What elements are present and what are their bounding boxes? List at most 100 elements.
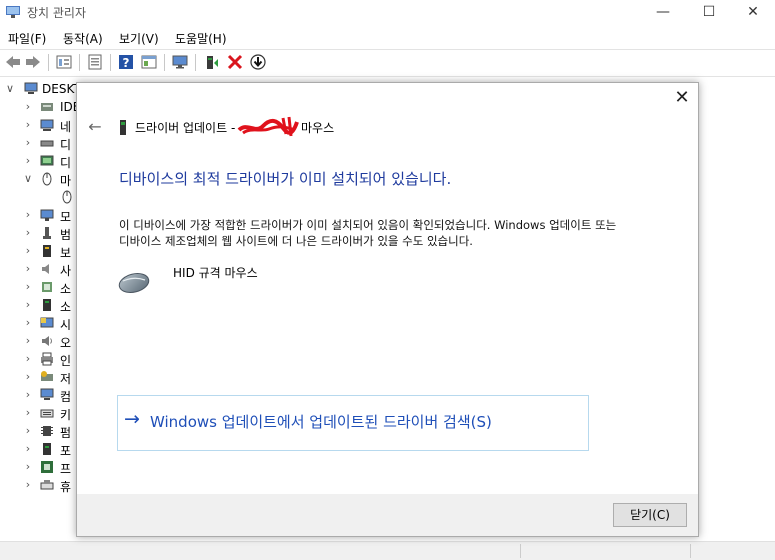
dialog-body-text: 이 디바이스에 가장 적합한 드라이버가 이미 설치되어 있음이 확인되었습니다… (119, 218, 617, 248)
chevron-right-icon[interactable]: › (22, 350, 34, 368)
toolbar-separator (195, 54, 196, 71)
chevron-right-icon[interactable]: › (22, 98, 34, 116)
tree-item-label: 펌 (60, 426, 72, 440)
tree-item-label: 모 (60, 210, 72, 224)
chevron-right-icon[interactable]: › (22, 458, 34, 476)
chevron-right-icon[interactable]: › (22, 422, 34, 440)
tree-item-storage[interactable]: › 저 (22, 368, 82, 386)
download-icon[interactable] (249, 53, 267, 71)
firmware-icon (41, 426, 53, 436)
processor-icon (41, 461, 53, 473)
dialog-close-icon[interactable]: ✕ (671, 88, 693, 110)
view-icon[interactable] (140, 53, 158, 71)
printer-icon (41, 352, 53, 366)
back-arrow-icon[interactable] (4, 53, 22, 71)
chevron-right-icon[interactable]: › (22, 224, 34, 242)
dialog-title: 드라이버 업데이트 - (135, 121, 236, 135)
tree-item-display[interactable]: › 디 (22, 152, 82, 170)
document-icon[interactable] (86, 53, 104, 71)
chevron-down-icon[interactable]: ∨ (4, 80, 16, 98)
tree-item-label: 휴 (60, 480, 72, 494)
status-bar (0, 541, 775, 560)
tree-item-ide[interactable]: › IDE (22, 98, 82, 116)
tree-item-computer[interactable]: › 컴 (22, 386, 82, 404)
chevron-right-icon[interactable]: › (22, 476, 34, 494)
chevron-right-icon[interactable]: › (22, 152, 34, 170)
maximize-button[interactable]: ☐ (686, 0, 732, 26)
minimize-button[interactable]: — (640, 0, 686, 26)
tree-item-disk[interactable]: › 디 (22, 134, 82, 152)
chevron-right-icon[interactable]: › (22, 332, 34, 350)
search-windows-update-button[interactable]: → Windows 업데이트에서 업데이트된 드라이버 검색(S) (117, 395, 589, 451)
search-windows-update-label: Windows 업데이트에서 업데이트된 드라이버 검색(S) (150, 413, 492, 431)
tree-item-mouse[interactable]: ∨ 마 (22, 170, 82, 188)
tree-item-software-device[interactable]: › 소 (22, 296, 82, 314)
close-window-button[interactable]: ✕ (730, 0, 775, 26)
tree-item-software-component[interactable]: › 소 (22, 278, 82, 296)
tree-item-label: 마 (60, 174, 72, 188)
forward-arrow-icon[interactable] (24, 53, 42, 71)
menu-help[interactable]: 도움말(H) (175, 30, 227, 47)
chevron-right-icon[interactable]: › (22, 206, 34, 224)
tree-item-processor[interactable]: › 프 (22, 458, 82, 476)
monitor-icon[interactable] (171, 53, 189, 71)
chevron-right-icon[interactable]: › (22, 242, 34, 260)
chevron-right-icon[interactable]: › (22, 440, 34, 458)
software-device-icon (43, 299, 51, 311)
tree-item-label: 소 (60, 282, 72, 296)
chevron-right-icon[interactable]: › (22, 368, 34, 386)
chevron-right-icon[interactable]: › (22, 116, 34, 134)
arrow-right-icon: → (124, 408, 140, 430)
tree-item-monitor[interactable]: › 모 (22, 206, 82, 224)
device-manager-icon (6, 6, 20, 18)
tree-item-firmware[interactable]: › 펌 (22, 422, 82, 440)
usb-icon (43, 227, 51, 239)
update-driver-icon[interactable] (203, 53, 221, 71)
chevron-right-icon[interactable]: › (22, 404, 34, 422)
chevron-right-icon[interactable]: › (22, 134, 34, 152)
properties-icon[interactable] (55, 53, 73, 71)
status-divider (520, 544, 521, 558)
tree-item-usb[interactable]: › 범 (22, 224, 82, 242)
help-icon[interactable]: ? (117, 53, 135, 71)
tree-item-keyboard[interactable]: › 키 (22, 404, 82, 422)
disk-drive-icon (40, 140, 54, 147)
chevron-right-icon[interactable]: › (22, 314, 34, 332)
chevron-down-icon[interactable]: ∨ (22, 170, 34, 188)
tree-item-hid-mouse[interactable] (40, 188, 80, 206)
audio-io-icon (42, 336, 52, 346)
tree-item-label: 보 (60, 246, 72, 260)
chevron-right-icon[interactable]: › (22, 296, 34, 314)
menu-action[interactable]: 동작(A) (63, 30, 103, 47)
toolbar-separator (164, 54, 165, 71)
tree-item-label: 디 (60, 138, 72, 152)
dialog-heading: 디바이스의 최적 드라이버가 이미 설치되어 있습니다. (119, 170, 452, 188)
chevron-right-icon[interactable]: › (22, 260, 34, 278)
tree-item-system[interactable]: › 시 (22, 314, 82, 332)
computer-icon (24, 82, 38, 94)
svg-text:?: ? (123, 56, 130, 70)
chevron-right-icon[interactable]: › (22, 278, 34, 296)
tree-item-ports[interactable]: › 포 (22, 440, 82, 458)
menu-file[interactable]: 파일(F) (8, 30, 46, 47)
monitor-icon (40, 209, 54, 221)
tree-item-label: 디 (60, 156, 72, 170)
keyboard-icon (40, 409, 54, 418)
tree-item-network[interactable]: › 네 (22, 116, 82, 134)
tree-item-audio[interactable]: › 사 (22, 260, 82, 278)
tree-item-audio-io[interactable]: › 오 (22, 332, 82, 350)
close-button[interactable]: 닫기(C) (613, 503, 687, 527)
port-icon (43, 443, 51, 455)
dialog-title-device: 마우스 (301, 121, 335, 135)
menu-bar: 파일(F) 동작(A) 보기(V) 도움말(H) (0, 27, 775, 47)
uninstall-icon[interactable] (226, 53, 244, 71)
tree-root[interactable]: ∨ DESKT (4, 80, 84, 98)
tree-item-security[interactable]: › 보 (22, 242, 82, 260)
tree-item-print-queue[interactable]: › 인 (22, 350, 82, 368)
toolbar-separator (48, 54, 49, 71)
chevron-right-icon[interactable]: › (22, 386, 34, 404)
menu-view[interactable]: 보기(V) (119, 30, 159, 47)
tree-item-hid[interactable]: › 휴 (22, 476, 82, 494)
back-arrow-icon[interactable]: ← (85, 117, 105, 137)
toolbar: ? (0, 50, 775, 75)
